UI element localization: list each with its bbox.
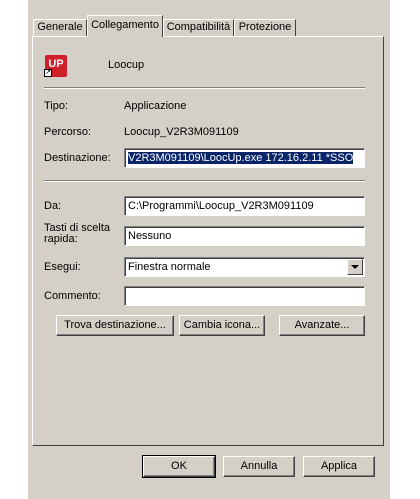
separator-top (44, 87, 365, 89)
up-app-icon: UP ↗ (44, 55, 67, 77)
find-target-button[interactable]: Trova destinazione... (56, 315, 174, 336)
destination-label: Destinazione: (44, 152, 111, 164)
app-name: Loocup (108, 59, 145, 71)
tab-protezione[interactable]: Protezione (234, 19, 296, 36)
hotkey-label: Tasti di scelta rapida: (44, 222, 111, 245)
run-select[interactable]: Finestra normale (124, 257, 365, 277)
properties-dialog: Generale Collegamento Compatibilità Prot… (28, 0, 390, 499)
tab-generale[interactable]: Generale (33, 19, 87, 36)
ok-button[interactable]: OK (142, 455, 216, 478)
chevron-down-icon[interactable] (347, 259, 363, 275)
type-value: Applicazione (124, 100, 187, 112)
comment-field[interactable] (124, 286, 365, 306)
start-in-label: Da: (44, 200, 62, 212)
run-label: Esegui: (44, 261, 81, 273)
destination-field[interactable]: V2R3M091109\LoocUp.exe 172.16.2.11 *SSO (124, 148, 365, 168)
run-select-value: Finestra normale (128, 261, 211, 273)
tab-strip: Generale Collegamento Compatibilità Prot… (28, 0, 390, 37)
type-label: Tipo: (44, 100, 69, 112)
start-in-field[interactable]: C:\Programmi\Loocup_V2R3M091109 (124, 196, 365, 216)
path-label: Percorso: (44, 126, 92, 138)
cancel-button[interactable]: Annulla (223, 456, 295, 477)
apply-button[interactable]: Applica (303, 456, 375, 477)
path-value: Loocup_V2R3M091109 (124, 126, 239, 138)
shortcut-arrow-icon: ↗ (44, 69, 52, 77)
advanced-button[interactable]: Avanzate... (279, 315, 365, 336)
tab-compatibilita[interactable]: Compatibilità (163, 19, 234, 36)
change-icon-button[interactable]: Cambia icona... (179, 315, 265, 336)
tab-collegamento[interactable]: Collegamento (87, 15, 163, 37)
separator-middle (44, 180, 365, 182)
hotkey-field[interactable]: Nessuno (124, 226, 365, 246)
comment-label: Commento: (44, 290, 101, 302)
destination-value: V2R3M091109\LoocUp.exe 172.16.2.11 *SSO (128, 152, 354, 164)
